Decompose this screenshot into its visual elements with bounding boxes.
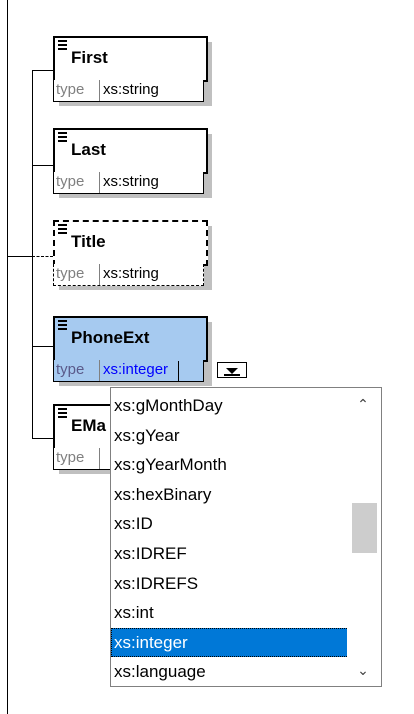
type-label: type xyxy=(56,265,85,282)
type-label: type xyxy=(56,449,85,466)
type-option-selected[interactable]: xs:integer xyxy=(111,627,349,658)
connector-phoneext xyxy=(32,346,53,347)
hamburger-icon xyxy=(58,320,67,332)
element-name: First xyxy=(71,48,108,67)
type-value-editing[interactable]: xs:integer xyxy=(103,361,168,378)
type-label: type xyxy=(56,361,85,378)
connector-parent xyxy=(7,256,32,257)
type-label: type xyxy=(56,81,85,98)
element-name: Title xyxy=(71,232,106,251)
type-divider xyxy=(99,264,100,285)
element-title-optional[interactable]: Title type xs:string xyxy=(53,220,212,290)
element-first[interactable]: First type xs:string xyxy=(53,36,212,106)
type-divider xyxy=(99,172,100,193)
type-value[interactable]: xs:string xyxy=(103,81,159,98)
type-value[interactable]: xs:string xyxy=(103,173,159,190)
type-option[interactable]: xs:int xyxy=(111,598,349,628)
dropdown-scrollbar[interactable]: ⌃ ⌄ xyxy=(347,388,381,686)
element-last[interactable]: Last type xs:string xyxy=(53,128,212,198)
text-caret xyxy=(178,361,179,381)
type-row[interactable]: type xs:integer xyxy=(53,360,204,382)
connector-first xyxy=(32,70,53,71)
chevron-up-icon[interactable]: ⌃ xyxy=(355,396,371,412)
type-divider xyxy=(99,360,100,381)
type-options: xs:gMonthDay xs:gYear xs:gYearMonth xs:h… xyxy=(111,391,349,686)
hamburger-icon xyxy=(58,40,67,52)
type-option[interactable]: xs:gMonthDay xyxy=(111,391,349,421)
hamburger-icon xyxy=(58,408,67,420)
type-option[interactable]: xs:hexBinary xyxy=(111,480,349,510)
type-row[interactable]: type xs:string xyxy=(53,80,204,102)
hamburger-icon xyxy=(58,224,67,236)
type-option[interactable]: xs:IDREF xyxy=(111,539,349,569)
element-header[interactable]: Last xyxy=(53,128,208,174)
connector-title xyxy=(32,256,53,257)
type-option[interactable]: xs:gYear xyxy=(111,421,349,451)
type-option[interactable]: xs:language xyxy=(111,657,349,686)
dropdown-arrow-underline xyxy=(224,374,240,376)
scrollbar-thumb[interactable] xyxy=(352,503,377,553)
type-row[interactable]: type xs:string xyxy=(53,264,204,286)
type-label: type xyxy=(56,173,85,190)
connector-email xyxy=(32,438,53,439)
type-divider xyxy=(99,80,100,101)
type-option[interactable]: xs:gYearMonth xyxy=(111,450,349,480)
hamburger-icon xyxy=(58,132,67,144)
type-option[interactable]: xs:ID xyxy=(111,509,349,539)
element-name: EMa xyxy=(71,416,106,435)
sequence-connector-vertical xyxy=(32,70,33,438)
type-dropdown-button[interactable] xyxy=(217,362,247,378)
type-value[interactable]: xs:string xyxy=(103,265,159,282)
element-header[interactable]: Title xyxy=(53,220,208,266)
connector-last xyxy=(32,165,53,166)
element-header[interactable]: PhoneExt xyxy=(53,316,208,362)
chevron-down-icon[interactable]: ⌄ xyxy=(355,662,371,678)
type-option[interactable]: xs:IDREFS xyxy=(111,569,349,599)
type-dropdown-list[interactable]: xs:gMonthDay xs:gYear xs:gYearMonth xs:h… xyxy=(110,387,382,687)
element-phoneext-selected[interactable]: PhoneExt type xs:integer xyxy=(53,316,212,386)
element-name: Last xyxy=(71,140,106,159)
element-header[interactable]: First xyxy=(53,36,208,82)
type-divider xyxy=(99,448,100,469)
type-row[interactable]: type xs:string xyxy=(53,172,204,194)
element-name: PhoneExt xyxy=(71,328,150,347)
